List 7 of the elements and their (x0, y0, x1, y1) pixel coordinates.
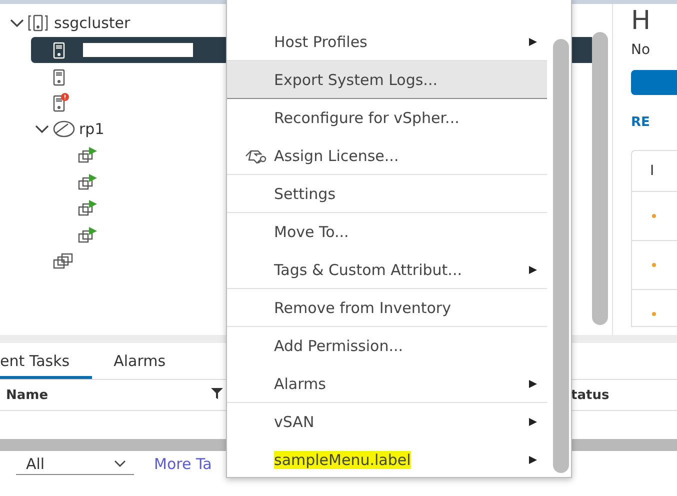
column-header: Name (6, 388, 48, 402)
panel-heading: H (631, 6, 652, 36)
tree-item-label: rp1 (79, 120, 104, 138)
tree-item-label: ssgcluster (54, 14, 130, 32)
column-header: tatus (571, 388, 610, 402)
column-header: I (650, 163, 654, 179)
panel-subtitle: No (631, 42, 652, 58)
